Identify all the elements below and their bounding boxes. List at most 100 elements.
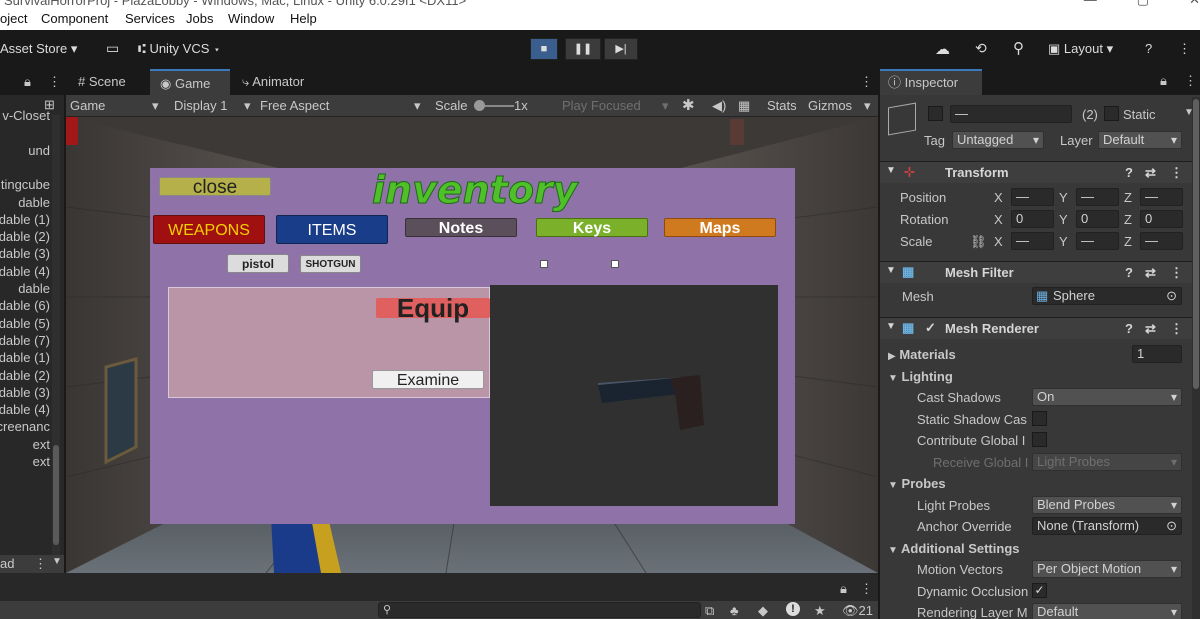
tag-icon[interactable]: ◆ (758, 603, 768, 619)
contribute-gi-checkbox[interactable] (1032, 432, 1047, 447)
tab-scene[interactable]: # Scene (78, 69, 126, 95)
cast-shadows-dropdown[interactable]: On (1032, 388, 1182, 406)
eye-icon[interactable]: 👁︎21 (842, 603, 873, 619)
object-name-field[interactable]: — (950, 105, 1072, 123)
shotgun-button[interactable]: SHOTGUN (300, 255, 361, 273)
step-button[interactable]: ▶| (604, 38, 638, 60)
position-y-field[interactable]: — (1076, 188, 1119, 206)
mesh-field[interactable]: ▦ Sphere ⊙ (1032, 287, 1182, 305)
transform-header[interactable]: ▼ ⊹ Transform ? ⇄ ⋮ (880, 161, 1200, 183)
active-checkbox[interactable] (928, 106, 943, 121)
more-icon[interactable]: ⋮ (860, 69, 873, 95)
tab-animator[interactable]: ⤷ Animator (242, 69, 304, 95)
more-icon[interactable]: ⋮ (1170, 165, 1183, 181)
history-icon[interactable]: ⟲ (975, 40, 987, 57)
lock-icon[interactable]: 🔒︎ (24, 69, 31, 95)
minimize-icon[interactable]: — (1084, 0, 1097, 7)
tab-weapons[interactable]: WEAPONS (153, 215, 265, 244)
mesh-renderer-header[interactable]: ▼ ▦ ✓ Mesh Renderer ? ⇄ ⋮ (880, 317, 1200, 339)
help-icon[interactable]: ? (1125, 265, 1133, 280)
equip-button[interactable]: Equip (376, 295, 490, 321)
help-icon[interactable]: ? (1145, 41, 1152, 56)
scale-z-field[interactable]: — (1140, 232, 1183, 250)
more-icon[interactable]: ⋮ (1178, 41, 1191, 57)
more-icon[interactable]: ⋮ (1184, 73, 1197, 89)
rotation-z-field[interactable]: 0 (1140, 210, 1183, 228)
collapse-icon[interactable]: ⧉ (705, 603, 714, 619)
stats-button[interactable]: Stats (767, 98, 797, 113)
receive-gi-dropdown[interactable]: Light Probes (1032, 453, 1182, 471)
menu-item-component[interactable]: Component (41, 11, 108, 26)
materials-count-field[interactable]: 1 (1132, 345, 1182, 363)
key-slot-2[interactable] (611, 260, 619, 268)
position-z-field[interactable]: — (1140, 188, 1183, 206)
search-icon[interactable]: ⚲ (1013, 39, 1024, 57)
probes-foldout[interactable]: ▼ Probes (888, 476, 946, 491)
link-icon[interactable]: ⛓ (970, 234, 987, 250)
preset-icon[interactable]: ⇄ (1145, 265, 1156, 281)
asset-store-dropdown[interactable]: Asset Store ▾ (0, 41, 77, 57)
gizmos-button[interactable]: Gizmos (808, 98, 852, 113)
rotation-y-field[interactable]: 0 (1076, 210, 1119, 228)
menu-item-window[interactable]: Window (228, 11, 274, 26)
dynamic-occlusion-checkbox[interactable]: ✓ (1032, 583, 1047, 598)
object-picker-icon[interactable]: ⊙ (1166, 288, 1177, 304)
help-icon[interactable]: ? (1125, 321, 1133, 336)
scrollbar-thumb[interactable] (53, 445, 59, 545)
rotation-x-field[interactable]: 0 (1011, 210, 1054, 228)
more-icon[interactable]: ⋮ (1170, 265, 1183, 281)
light-probes-dropdown[interactable]: Blend Probes (1032, 496, 1182, 514)
maximize-icon[interactable]: ▢ (1137, 0, 1149, 7)
pause-button[interactable]: ❚❚ (565, 38, 601, 60)
menu-item-services[interactable]: Services (125, 11, 175, 26)
more-icon[interactable]: ⋮ (860, 581, 873, 597)
lock-icon[interactable]: 🔒︎ (1160, 73, 1167, 89)
tab-notes[interactable]: Notes (405, 218, 517, 237)
menu-item-help[interactable]: Help (290, 11, 317, 26)
game-view[interactable]: close inventory WEAPONS ITEMS Notes Keys… (66, 117, 878, 573)
tab-items[interactable]: ITEMS (276, 215, 388, 244)
materials-foldout[interactable]: ▶ Materials (888, 347, 956, 362)
tab-inspector[interactable]: ⓘ Inspector (880, 69, 982, 95)
inspector-scrollbar-thumb[interactable] (1193, 99, 1199, 389)
stop-button[interactable]: ■ (530, 38, 558, 60)
display-dropdown[interactable]: Display 1 ▾ (174, 98, 254, 113)
tab-game[interactable]: ◉ Game (150, 69, 230, 95)
motion-vectors-dropdown[interactable]: Per Object Motion (1032, 560, 1182, 578)
lock-icon[interactable]: 🔒︎ (840, 581, 847, 597)
close-button[interactable]: close (159, 177, 271, 197)
menu-item-component-partial[interactable]: oject (0, 11, 27, 26)
star-icon[interactable]: ★ (814, 603, 826, 619)
tab-keys[interactable]: Keys (536, 218, 648, 237)
scale-y-field[interactable]: — (1076, 232, 1119, 250)
filter-icon[interactable]: ♣ (730, 603, 739, 618)
key-slot-1[interactable] (540, 260, 548, 268)
vcs-dropdown[interactable]: ⑆ Unity VCS ▾ (138, 41, 221, 56)
anchor-override-field[interactable]: None (Transform) ⊙ (1032, 517, 1182, 535)
layout-dropdown[interactable]: ▣ Layout ▾ (1048, 41, 1113, 57)
examine-button[interactable]: Examine (372, 370, 484, 389)
scale-slider-handle[interactable] (474, 100, 485, 111)
game-mode-dropdown[interactable]: Game ▾ (70, 98, 162, 113)
close-window-icon[interactable]: ✕ (1189, 0, 1200, 7)
chevron-down-icon[interactable]: ▼ (52, 556, 62, 567)
play-focused-dropdown[interactable]: Play Focused ▾ (562, 98, 674, 113)
layer-dropdown[interactable]: Default (1098, 131, 1182, 149)
rendering-layer-dropdown[interactable]: Default (1032, 603, 1182, 619)
static-shadow-checkbox[interactable] (1032, 411, 1047, 426)
scale-x-field[interactable]: — (1011, 232, 1054, 250)
mesh-filter-header[interactable]: ▼ ▦ Mesh Filter ? ⇄ ⋮ (880, 261, 1200, 283)
warning-icon[interactable]: ! (786, 602, 800, 616)
more-icon[interactable]: ⋮ (34, 556, 47, 572)
tab-maps[interactable]: Maps (664, 218, 776, 237)
menu-item-jobs[interactable]: Jobs (186, 11, 213, 26)
preset-icon[interactable]: ⇄ (1145, 321, 1156, 337)
enabled-checkbox[interactable]: ✓ (925, 320, 936, 336)
preset-icon[interactable]: ⇄ (1145, 165, 1156, 181)
pistol-button[interactable]: pistol (227, 254, 289, 273)
package-icon[interactable]: ▭ (106, 40, 119, 57)
console-search-input[interactable]: ⚲ (378, 602, 701, 618)
static-checkbox[interactable] (1104, 106, 1119, 121)
keyboard-icon[interactable]: ▦ (738, 98, 750, 114)
audio-icon[interactable]: ◀) (712, 98, 726, 114)
